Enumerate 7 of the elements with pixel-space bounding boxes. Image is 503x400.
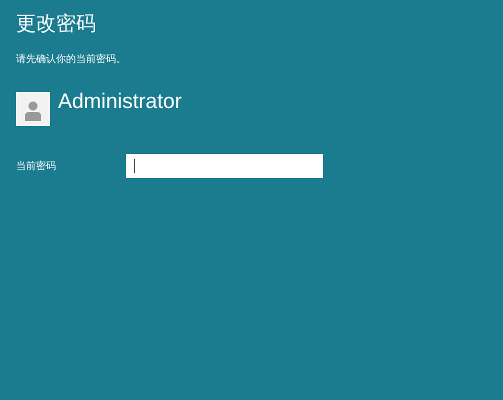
user-name: Administrator [58, 90, 182, 114]
instruction-text: 请先确认你的当前密码。 [16, 53, 126, 67]
field-label: 当前密码 [16, 160, 57, 174]
page-title: 更改密码 [16, 10, 96, 37]
password-field[interactable] [126, 154, 323, 178]
person-icon [25, 101, 41, 121]
text-cursor [134, 159, 135, 173]
